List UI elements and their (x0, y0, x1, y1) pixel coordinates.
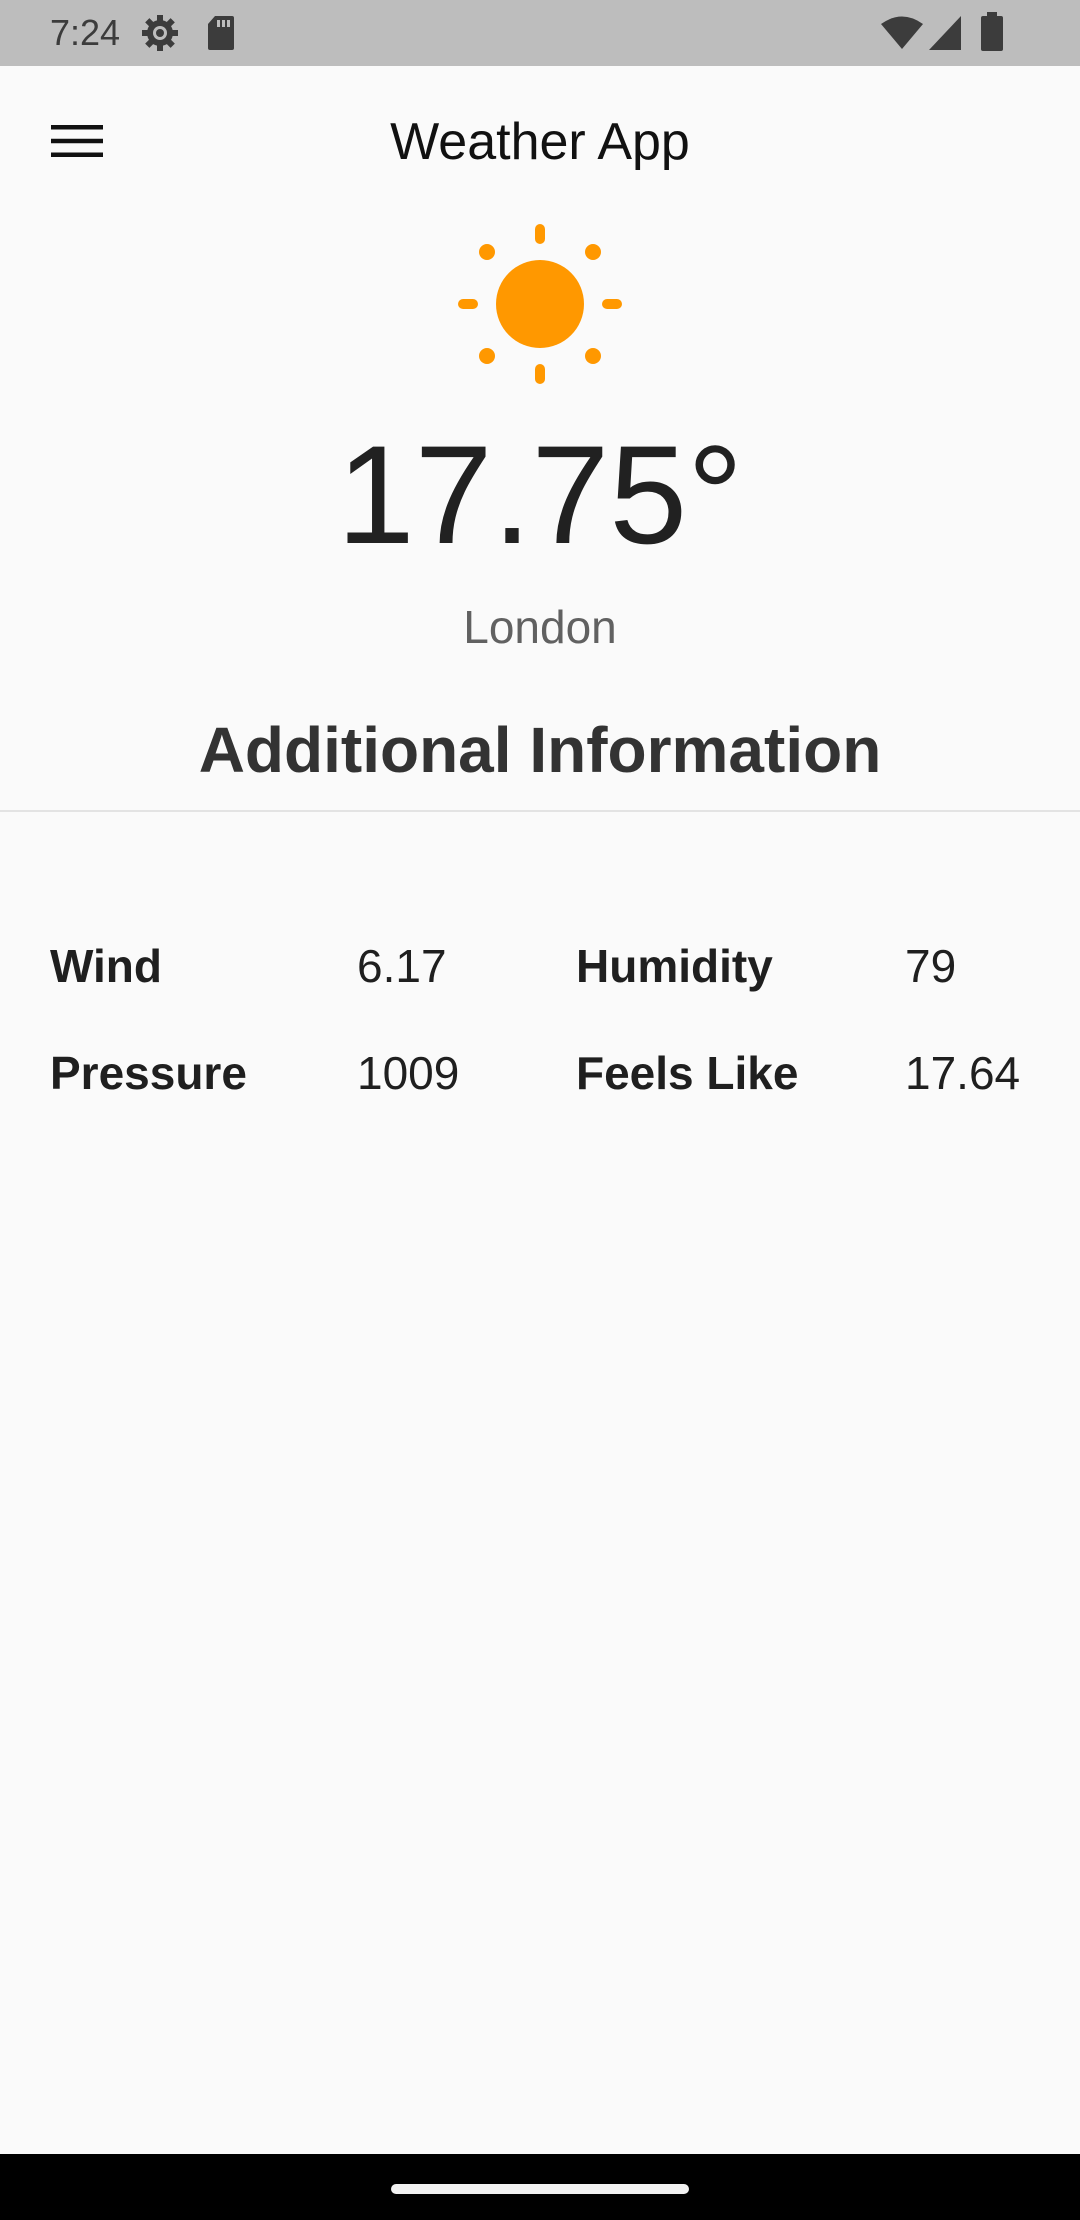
signal-icon (928, 15, 962, 56)
wifi-icon (880, 15, 924, 56)
humidity-label: Humidity (576, 940, 773, 992)
additional-info-title: Additional Information (198, 714, 882, 786)
pressure-label: Pressure (50, 1047, 247, 1099)
app-bar: Weather App (0, 66, 1080, 222)
divider (0, 810, 1080, 812)
city-name: London (463, 601, 617, 653)
wind-value: 6.17 (357, 940, 447, 992)
wind-label: Wind (50, 940, 162, 992)
sun-icon (455, 222, 625, 392)
battery-icon (980, 12, 1004, 57)
pressure-value: 1009 (357, 1047, 460, 1099)
home-gesture-handle[interactable] (391, 2184, 689, 2194)
feels-like-label: Feels Like (576, 1047, 799, 1099)
humidity-value: 79 (905, 940, 957, 992)
current-temperature: 17.75° (336, 416, 744, 573)
app-title: Weather App (390, 113, 690, 171)
status-time: 7:24 (50, 12, 121, 53)
status-bar: 7:24 (0, 0, 1080, 66)
feels-like-value: 17.64 (905, 1047, 1021, 1099)
sd-card-icon (206, 13, 236, 58)
settings-icon (140, 13, 180, 58)
